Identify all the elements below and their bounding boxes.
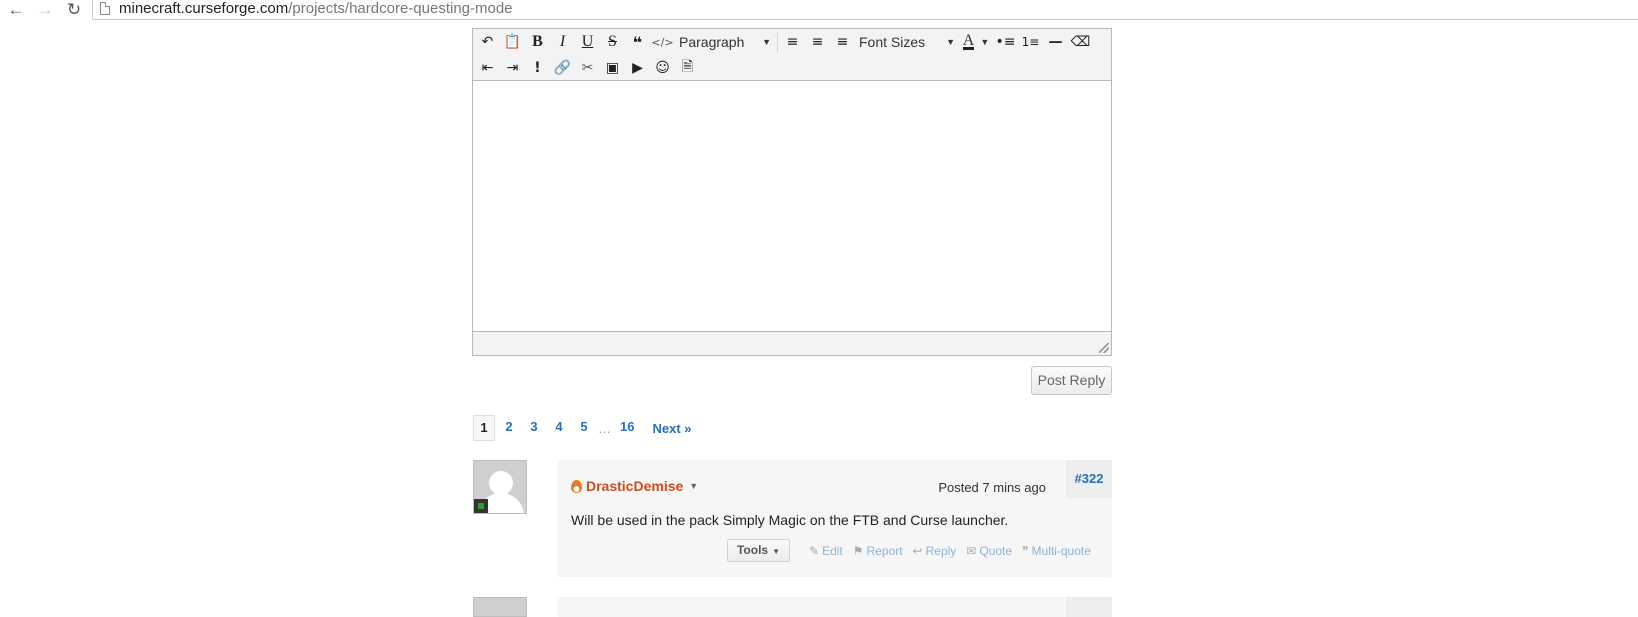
avatar-head xyxy=(489,471,513,495)
rich-text-editor: ↶ 📋 B I U S ❝ </> Paragraph ▼ ≡ ≡ ≡ Font … xyxy=(472,28,1112,356)
multiquote-label: Multi-quote xyxy=(1031,544,1091,558)
avatar[interactable] xyxy=(473,460,527,514)
horizontal-rule-icon[interactable]: — xyxy=(1043,30,1068,54)
align-center-icon[interactable]: ≡ xyxy=(805,30,830,54)
quote-label: Quote xyxy=(979,544,1013,558)
chevron-down-icon: ▼ xyxy=(689,481,699,491)
post-number-link[interactable]: #322 xyxy=(1066,460,1112,498)
edit-label: Edit xyxy=(822,544,843,558)
address-bar[interactable]: minecraft.curseforge.com/projects/hardco… xyxy=(92,0,1638,20)
strikethrough-icon[interactable]: S xyxy=(600,30,625,54)
multiquote-icon: ❞ xyxy=(1022,544,1029,558)
quote-icon[interactable]: ❝ xyxy=(625,30,650,54)
forward-arrow-icon[interactable]: → xyxy=(35,0,55,20)
url-path: /projects/hardcore-questing-mode xyxy=(288,0,513,17)
spoiler-icon[interactable]: ! xyxy=(525,56,550,80)
author-name: DrasticDemise xyxy=(586,478,684,494)
tools-label: Tools xyxy=(736,543,769,557)
report-link[interactable]: ⚑ Report xyxy=(853,544,903,558)
page-link-5[interactable]: 5 xyxy=(573,415,595,441)
source-icon[interactable]: 🗎 xyxy=(675,56,700,80)
edit-link[interactable]: ✎ Edit xyxy=(809,544,843,558)
toolbar-row-1: ↶ 📋 B I U S ❝ </> Paragraph ▼ ≡ ≡ ≡ Font … xyxy=(475,30,1093,54)
reload-icon[interactable]: ↻ xyxy=(64,0,84,20)
text-color-glyph: A xyxy=(962,32,975,50)
bold-icon[interactable]: B xyxy=(525,30,550,54)
underline-icon[interactable]: U xyxy=(575,30,600,54)
back-arrow-icon[interactable]: ← xyxy=(6,0,26,20)
speech-bubble-icon: ✉ xyxy=(966,544,977,558)
font-sizes-select[interactable]: Font Sizes ▼ xyxy=(855,30,959,54)
align-right-icon[interactable]: ≡ xyxy=(830,30,855,54)
next-page-link[interactable]: Next » xyxy=(652,421,691,436)
page-link-4[interactable]: 4 xyxy=(548,415,570,441)
online-status-icon xyxy=(474,499,488,513)
browser-toolbar: ← → ↻ minecraft.curseforge.com/projects/… xyxy=(0,0,1638,22)
page-icon xyxy=(100,2,110,15)
forum-post xyxy=(557,597,1112,617)
chevron-down-icon: ▼ xyxy=(772,547,781,556)
font-sizes-label: Font Sizes xyxy=(859,34,926,50)
resize-grip-icon[interactable] xyxy=(1099,343,1109,353)
reply-label: Reply xyxy=(925,544,957,558)
post-body: Will be used in the pack Simply Magic on… xyxy=(571,512,1009,528)
unlink-icon[interactable]: ✂ xyxy=(575,56,600,80)
forum-post: DrasticDemise ▼ Posted 7 mins ago Will b… xyxy=(557,460,1112,577)
undo-icon[interactable]: ↶ xyxy=(475,30,500,54)
code-icon[interactable]: </> xyxy=(650,30,675,54)
link-icon[interactable]: 🔗 xyxy=(550,56,575,80)
chevron-down-icon: ▼ xyxy=(980,37,990,47)
paragraph-label: Paragraph xyxy=(679,34,745,50)
post-author[interactable]: DrasticDemise ▼ xyxy=(571,478,698,494)
page-link-2[interactable]: 2 xyxy=(498,415,520,441)
flag-icon: ⚑ xyxy=(852,544,864,558)
video-icon[interactable]: ▶ xyxy=(625,56,650,80)
align-left-icon[interactable]: ≡ xyxy=(780,30,805,54)
pagination: 1 2 3 4 5 … 16 Next » xyxy=(473,415,692,441)
editor-text-area[interactable] xyxy=(473,81,1111,331)
pagination-ellipsis: … xyxy=(598,420,611,436)
chevron-down-icon: ▼ xyxy=(946,37,955,47)
post-reply-button[interactable]: Post Reply xyxy=(1031,366,1112,395)
url-text[interactable]: minecraft.curseforge.com/projects/hardco… xyxy=(119,0,513,17)
paragraph-select[interactable]: Paragraph ▼ xyxy=(675,30,775,54)
chevron-down-icon: ▼ xyxy=(762,37,771,47)
report-label: Report xyxy=(866,544,903,558)
quote-link[interactable]: ✉ Quote xyxy=(966,544,1012,558)
toolbar-separator xyxy=(777,32,778,52)
post-timestamp: Posted 7 mins ago xyxy=(938,480,1046,495)
reply-arrow-icon: ↩ xyxy=(912,544,923,558)
outdent-icon[interactable]: ⇤ xyxy=(475,56,500,80)
pencil-icon: ✎ xyxy=(809,544,820,558)
eraser-icon[interactable]: ⌫ xyxy=(1068,30,1093,54)
editor-toolbar: ↶ 📋 B I U S ❝ </> Paragraph ▼ ≡ ≡ ≡ Font … xyxy=(473,29,1111,81)
post-number-link[interactable] xyxy=(1066,597,1112,617)
numbered-list-icon[interactable]: 1≡ xyxy=(1018,30,1043,54)
italic-icon[interactable]: I xyxy=(550,30,575,54)
avatar[interactable] xyxy=(473,597,527,617)
indent-icon[interactable]: ⇥ xyxy=(500,56,525,80)
flame-icon xyxy=(571,479,582,493)
emoji-icon[interactable]: ☺ xyxy=(650,56,675,80)
page-link-1[interactable]: 1 xyxy=(473,415,495,441)
tools-button[interactable]: Tools ▼ xyxy=(727,539,790,562)
bullet-list-icon[interactable]: •≡ xyxy=(993,30,1018,54)
text-color-icon[interactable]: A ▼ xyxy=(959,30,993,54)
paste-icon[interactable]: 📋 xyxy=(500,30,525,54)
page-link-3[interactable]: 3 xyxy=(523,415,545,441)
multiquote-link[interactable]: ❞ Multi-quote xyxy=(1022,544,1091,558)
page-link-last[interactable]: 16 xyxy=(615,415,639,441)
url-host: minecraft.curseforge.com xyxy=(119,0,289,17)
reply-link[interactable]: ↩ Reply xyxy=(913,544,957,558)
editor-statusbar xyxy=(473,331,1111,355)
image-icon[interactable]: ▣ xyxy=(600,56,625,80)
post-actions: ✎ Edit ⚑ Report ↩ Reply ✉ Quote ❞ Multi-quote xyxy=(809,544,1101,558)
toolbar-row-2: ⇤ ⇥ ! 🔗 ✂ ▣ ▶ ☺ 🗎 xyxy=(475,56,700,80)
